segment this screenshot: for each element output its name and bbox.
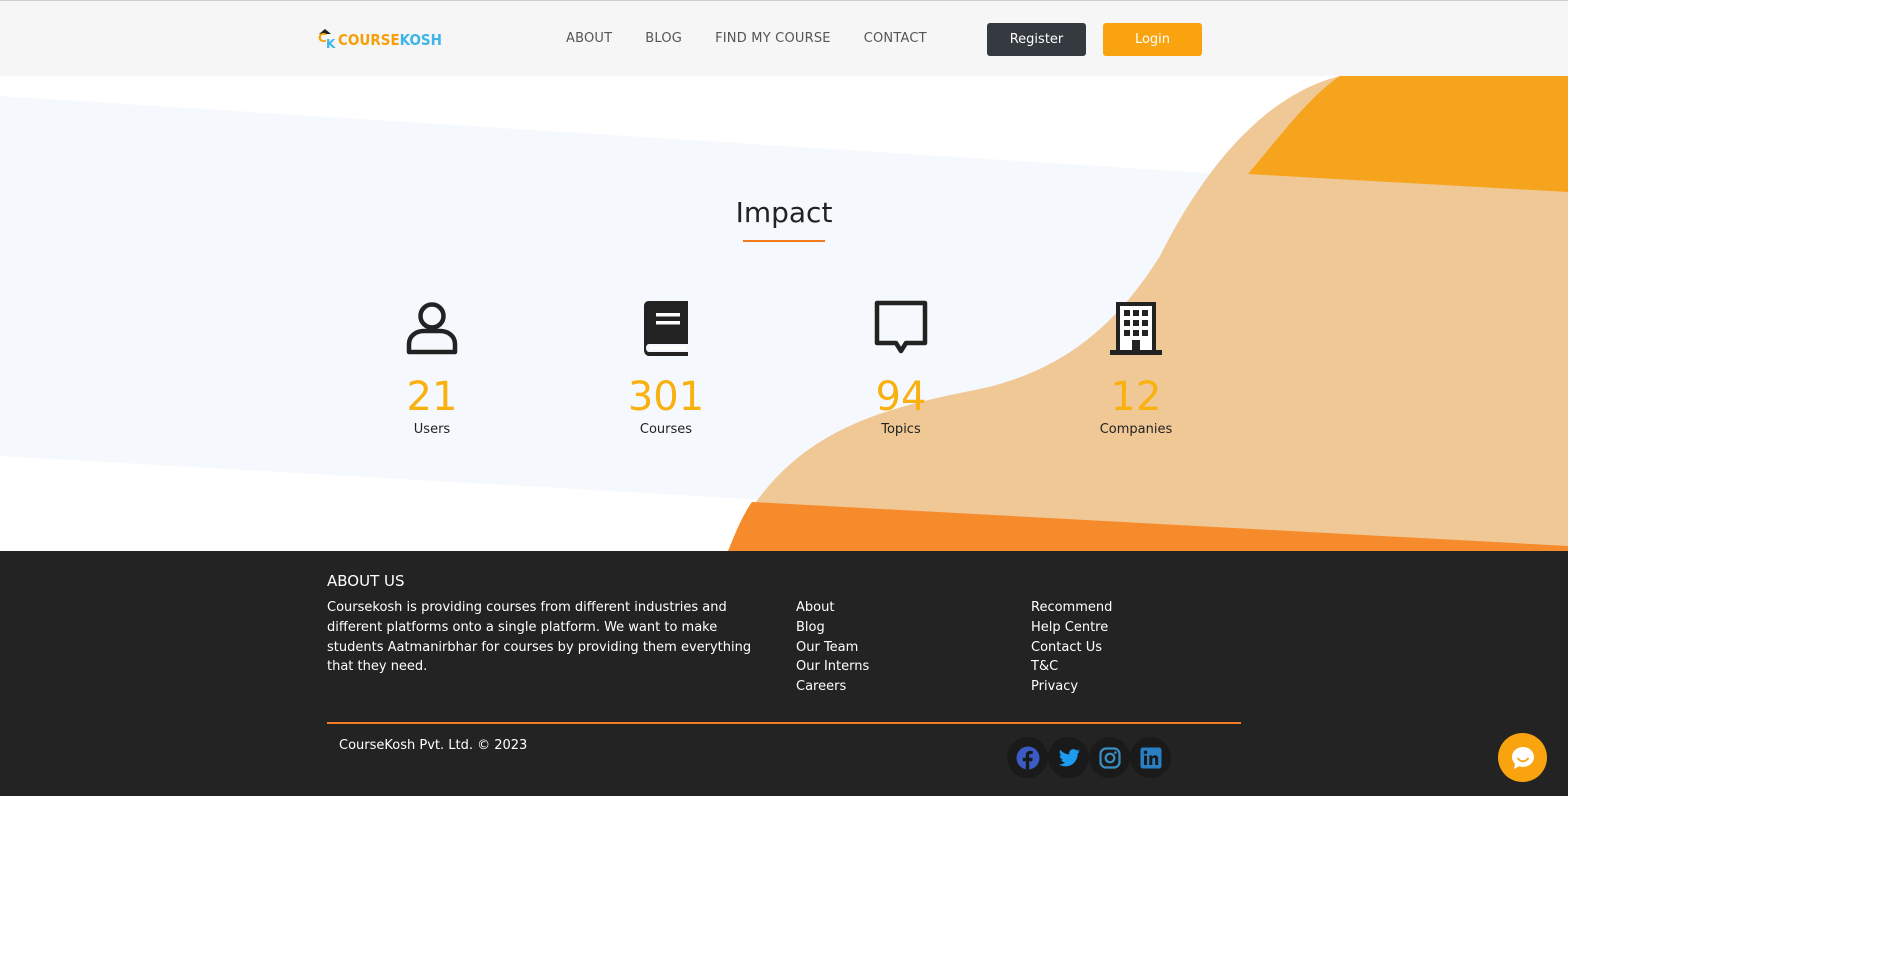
impact-title: Impact	[735, 196, 833, 229]
site-footer: ABOUT US Coursekosh is providing courses…	[0, 551, 1568, 796]
footer-link-privacy[interactable]: Privacy	[1031, 677, 1112, 697]
register-button[interactable]: Register	[987, 23, 1086, 56]
user-icon	[406, 302, 458, 355]
footer-link-contact-us[interactable]: Contact Us	[1031, 638, 1112, 658]
footer-divider	[327, 722, 1241, 724]
coursekosh-logo[interactable]: C K COURSEKOSH	[318, 29, 442, 51]
nav-about[interactable]: ABOUT	[566, 31, 612, 46]
title-underline	[743, 240, 825, 242]
stat-label: Companies	[1099, 422, 1173, 437]
footer-link-help-centre[interactable]: Help Centre	[1031, 618, 1112, 638]
stat-label: Topics	[881, 422, 921, 437]
stat-value: 12	[1110, 374, 1162, 420]
chat-widget-button[interactable]	[1498, 733, 1547, 782]
nav-blog[interactable]: BLOG	[645, 31, 682, 46]
impact-section: Impact 21 Users 301 Courses 94 Topics 12…	[0, 76, 1568, 551]
logo-mark-icon: C K	[318, 29, 336, 51]
chat-bubble-icon	[874, 300, 928, 354]
stat-value: 94	[875, 374, 927, 420]
footer-link-about[interactable]: About	[796, 598, 869, 618]
stat-courses: 301 Courses	[566, 300, 766, 437]
facebook-link[interactable]	[1007, 737, 1048, 778]
footer-link-blog[interactable]: Blog	[796, 618, 869, 638]
footer-link-our-interns[interactable]: Our Interns	[796, 657, 869, 677]
linkedin-link[interactable]	[1130, 737, 1171, 778]
twitter-icon	[1058, 748, 1080, 766]
stat-topics: 94 Topics	[801, 300, 1001, 437]
about-us-text: Coursekosh is providing courses from dif…	[327, 600, 752, 675]
stat-companies: 12 Companies	[1036, 300, 1236, 437]
footer-link-our-team[interactable]: Our Team	[796, 638, 869, 658]
building-icon	[1110, 302, 1162, 355]
instagram-icon	[1098, 746, 1121, 769]
twitter-link[interactable]	[1048, 737, 1089, 778]
copyright-text: CourseKosh Pvt. Ltd. © 2023	[339, 738, 528, 753]
instagram-link[interactable]	[1089, 737, 1130, 778]
stat-users: 21 Users	[332, 300, 532, 437]
social-links	[1007, 737, 1171, 778]
site-header: C K COURSEKOSH ABOUT BLOG FIND MY COURSE…	[0, 0, 1568, 76]
background-shapes	[0, 76, 1568, 551]
footer-links-column-1: About Blog Our Team Our Interns Careers	[796, 598, 869, 697]
logo-wordmark: COURSEKOSH	[338, 31, 442, 49]
about-us-heading: ABOUT US	[327, 572, 405, 590]
nav-contact[interactable]: CONTACT	[864, 31, 927, 46]
nav-find-my-course[interactable]: FIND MY COURSE	[715, 31, 831, 46]
facebook-icon	[1016, 746, 1039, 770]
chat-icon	[1511, 746, 1534, 769]
stat-label: Courses	[639, 422, 693, 437]
footer-link-careers[interactable]: Careers	[796, 677, 869, 697]
stat-value: 21	[406, 374, 458, 420]
book-icon	[644, 301, 688, 356]
footer-links-column-2: Recommend Help Centre Contact Us T&C Pri…	[1031, 598, 1112, 697]
stat-value: 301	[627, 374, 705, 420]
main-nav: ABOUT BLOG FIND MY COURSE CONTACT	[566, 31, 960, 46]
login-button[interactable]: Login	[1103, 23, 1202, 56]
footer-link-recommend[interactable]: Recommend	[1031, 598, 1112, 618]
linkedin-icon	[1140, 747, 1161, 768]
stat-label: Users	[413, 422, 451, 437]
footer-link-terms[interactable]: T&C	[1031, 657, 1112, 677]
